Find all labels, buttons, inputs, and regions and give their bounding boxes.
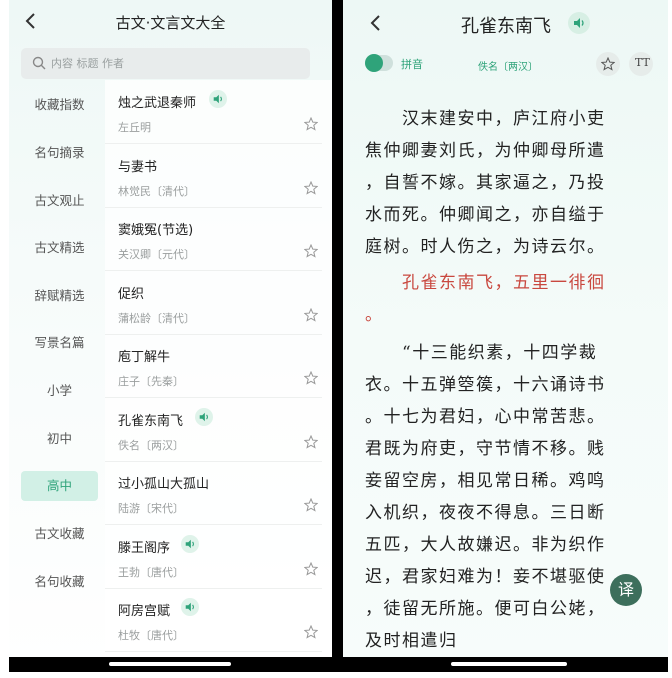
star-icon[interactable] [304, 117, 318, 131]
star-icon[interactable] [304, 498, 318, 512]
poem-line: 及时相遣归 [365, 631, 458, 651]
poem-line: 汉末建安中，庐江府小吏 [365, 109, 606, 129]
work-row[interactable]: 窦娥冤(节选) 关汉卿〔元代〕 [105, 207, 322, 271]
work-title: 过小孤山大孤山 [118, 477, 210, 492]
work-author: 关汉卿〔元代〕 [118, 248, 195, 261]
play-audio-button[interactable] [181, 534, 199, 553]
pinyin-toggle[interactable] [365, 54, 393, 72]
work-title: 滕王阁序 [118, 540, 171, 556]
highlighted-line: 孔雀东南飞，五里一徘徊 [365, 273, 606, 293]
work-title: 阿房宫赋 [118, 604, 171, 619]
work-title: 烛之武退秦师 [118, 96, 197, 111]
star-icon[interactable] [304, 434, 318, 449]
poem-title: 孔雀东南飞 [461, 16, 551, 37]
work-author: 左丘明 [118, 121, 151, 134]
poem-line: 迟，君家妇难为！妾不堪驱使 [365, 567, 606, 587]
star-icon[interactable] [304, 371, 318, 385]
work-row[interactable]: 孔雀东南飞佚名〔两汉〕 [105, 398, 322, 462]
toggle-knob [365, 54, 383, 72]
pinyin-label: 拼音 [401, 58, 423, 71]
play-audio-button[interactable] [209, 90, 227, 108]
category-item[interactable]: 辞赋精选 [21, 281, 98, 311]
category-item[interactable]: 写景名篇 [21, 328, 98, 358]
work-row[interactable]: 烛之武退秦师 左丘明 [105, 80, 322, 144]
poem-line: ，自誓不嫁。其家逼之，乃投 [365, 173, 606, 193]
search-bar[interactable] [21, 48, 310, 79]
speaker-icon [185, 539, 194, 548]
highlighted-line: 。 [365, 305, 384, 325]
right-screen: 孔雀东南飞 拼音 佚名〔两汉〕 TT 汉末建安中，庐江府小吏 焦仲卿妻刘氏，为仲卿… [343, 0, 668, 672]
work-title: 促织 [118, 286, 145, 302]
back-arrow-icon[interactable] [368, 13, 384, 33]
top-bar: 古文·文言文大全 [9, 0, 332, 44]
star-icon[interactable] [304, 244, 318, 258]
work-list: 烛之武退秦师 左丘明与妻书林觉民〔清代〕 窦娥冤(节选) 关汉卿〔元代〕 促织蒲松龄〔清… [105, 80, 332, 672]
play-audio-button[interactable] [195, 407, 213, 426]
poem-line: 。十七为君妇，心中常苦悲。 [365, 407, 606, 427]
work-title: 庖丁解牛 [118, 350, 171, 365]
favorite-button[interactable] [596, 52, 620, 76]
poem-line: 妾留空房，相见常日稀。鸡鸣 [365, 471, 606, 491]
work-author: 王勃〔唐代〕 [118, 565, 184, 579]
translate-button[interactable]: 译 [610, 574, 642, 606]
work-row[interactable]: 滕王阁序王勃〔唐代〕 [105, 525, 322, 589]
work-author: 蒲松龄〔清代〕 [118, 311, 195, 325]
poem-line: 水而死。仲卿闻之，亦自缢于 [365, 205, 606, 225]
star-icon[interactable] [304, 561, 318, 576]
left-screen: 古文·文言文大全 收藏指数名句摘录古文观止古文精选辞赋精选写景名篇小学初中高中古… [9, 0, 332, 672]
poem-line: 五匹，大人故嫌迟。非为织作 [365, 535, 606, 555]
poem-line: 庭树。时人伤之，为诗云尔。 [365, 237, 606, 257]
screen-divider [332, 0, 343, 672]
work-row[interactable]: 促织 蒲松龄〔清代〕 [105, 271, 322, 335]
poem-line: 焦仲卿妻刘氏，为仲卿母所遣 [365, 141, 606, 161]
poem-line: 君既为府吏，守节情不移。贱 [365, 439, 606, 459]
work-row[interactable]: 阿房宫赋杜牧〔唐代〕 [105, 588, 322, 652]
work-row[interactable]: 庖丁解牛庄子〔先秦〕 [105, 334, 322, 398]
speaker-icon [199, 412, 208, 421]
font-size-button[interactable]: TT [629, 52, 653, 76]
font-size-icon: TT [635, 56, 650, 69]
category-item[interactable]: 收藏指数 [21, 90, 98, 120]
star-icon [601, 57, 615, 71]
speaker-icon [185, 602, 194, 612]
work-title: 窦娥冤(节选) [118, 223, 194, 238]
search-input[interactable] [51, 48, 301, 79]
work-title: 与妻书 [118, 159, 158, 175]
category-item[interactable]: 高中 [21, 471, 98, 501]
category-item[interactable]: 小学 [21, 376, 98, 406]
category-item[interactable]: 古文观止 [21, 186, 98, 216]
home-indicator [109, 662, 231, 666]
category-item[interactable]: 名句收藏 [21, 567, 98, 597]
search-icon [32, 56, 46, 70]
category-item[interactable]: 古文精选 [21, 233, 98, 263]
play-audio-button[interactable] [181, 598, 199, 616]
play-audio-button[interactable] [568, 12, 590, 34]
poem-line: 衣。十五弹箜篌，十六诵诗书 [365, 375, 606, 395]
category-item[interactable]: 古文收藏 [21, 519, 98, 549]
star-icon[interactable] [304, 307, 318, 322]
category-item[interactable]: 名句摘录 [21, 138, 98, 168]
work-author: 杜牧〔唐代〕 [118, 629, 184, 642]
category-item[interactable]: 初中 [21, 424, 98, 454]
star-icon[interactable] [304, 625, 318, 639]
work-author: 佚名〔两汉〕 [118, 438, 184, 452]
speaker-icon [574, 18, 584, 28]
page-title: 古文·文言文大全 [115, 14, 226, 32]
work-row[interactable]: 过小孤山大孤山 陆游〔宋代〕 [105, 461, 322, 525]
home-indicator [451, 662, 567, 666]
poem-line: “十三能织素，十四学裁 [365, 343, 598, 363]
star-icon[interactable] [304, 180, 318, 195]
work-row[interactable]: 与妻书林觉民〔清代〕 [105, 144, 322, 208]
poem-line: 入机织，夜夜不得息。三日断 [365, 503, 606, 523]
work-title: 孔雀东南飞 [118, 413, 184, 429]
work-author: 庄子〔先秦〕 [118, 375, 184, 388]
work-author: 陆游〔宋代〕 [118, 502, 184, 515]
work-author: 林觉民〔清代〕 [118, 184, 195, 198]
poem-line: ，徒留无所施。便可白公姥， [365, 599, 606, 619]
author-source: 佚名〔两汉〕 [478, 62, 538, 73]
speaker-icon [213, 94, 222, 104]
